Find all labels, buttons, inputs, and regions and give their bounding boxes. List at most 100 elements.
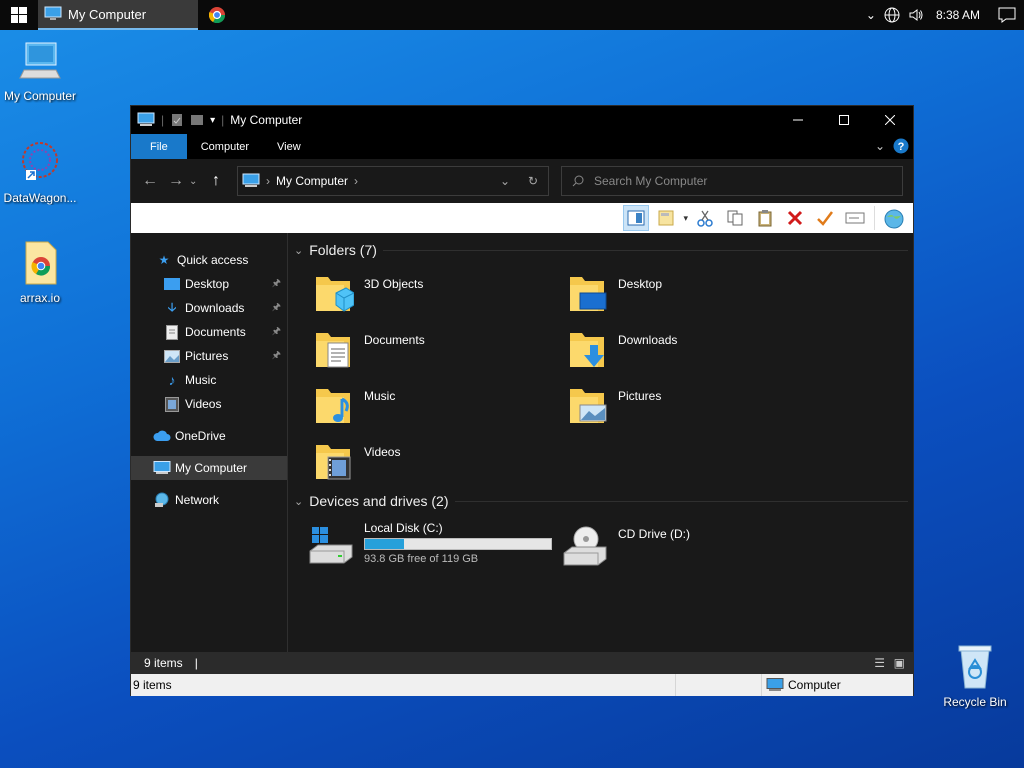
details-view-icon[interactable]: ☰ xyxy=(874,656,885,670)
back-button[interactable]: ← xyxy=(137,172,163,190)
chevron-up-icon[interactable]: ⌄ xyxy=(866,8,876,22)
minimize-button[interactable] xyxy=(775,106,821,134)
folder-videos[interactable]: Videos xyxy=(314,439,400,483)
svg-text:?: ? xyxy=(898,141,905,153)
notifications-icon[interactable] xyxy=(998,7,1016,23)
drive-free-space: 93.8 GB free of 119 GB xyxy=(364,553,479,565)
customize-toolbar-icon[interactable]: ▾ xyxy=(210,115,215,126)
globe-icon xyxy=(884,209,904,229)
address-dropdown-icon[interactable]: ⌄ xyxy=(500,174,510,188)
copy-button[interactable] xyxy=(722,205,748,231)
desktop-icon-label: arrax.io xyxy=(19,291,60,305)
close-button[interactable] xyxy=(867,106,913,134)
tab-file[interactable]: File xyxy=(131,134,187,159)
folder-desktop[interactable]: Desktop xyxy=(568,271,662,315)
refresh-icon[interactable]: ↻ xyxy=(528,174,538,188)
network-button[interactable] xyxy=(881,205,907,231)
rename-button[interactable] xyxy=(842,205,868,231)
properties-icon[interactable] xyxy=(170,113,184,127)
maximize-icon xyxy=(839,115,849,125)
clock[interactable]: 8:38 AM xyxy=(936,8,980,22)
drive-usage-fill xyxy=(365,539,405,549)
preview-pane-button[interactable] xyxy=(623,205,650,231)
desktop-icon-recycle-bin[interactable]: Recycle Bin xyxy=(935,642,1015,709)
layout-dropdown-icon[interactable]: ▾ xyxy=(683,213,688,224)
chevron-right-icon: › xyxy=(354,174,359,188)
cloud-icon xyxy=(153,428,171,444)
sidebar-item-network[interactable]: Network xyxy=(131,488,287,512)
drive-local-disk-c[interactable]: Local Disk (C:) 93.8 GB free of 119 GB xyxy=(308,521,552,565)
sidebar-item-downloads[interactable]: 🡣 Downloads 🖈 xyxy=(131,296,287,320)
folder-music[interactable]: Music xyxy=(314,383,395,427)
speaker-icon[interactable] xyxy=(908,7,924,23)
sidebar-item-pictures[interactable]: Pictures 🖈 xyxy=(131,344,287,368)
taskbar-item-chrome[interactable] xyxy=(198,0,236,30)
pin-icon[interactable]: 🖈 xyxy=(272,300,281,317)
folder-3d-objects[interactable]: 3D Objects xyxy=(314,271,423,315)
cut-button[interactable] xyxy=(692,205,718,231)
star-icon: ★ xyxy=(158,253,170,267)
pin-icon[interactable]: 🖈 xyxy=(272,348,281,365)
ribbon-right-controls: ⌄ ? xyxy=(875,138,909,154)
start-button[interactable] xyxy=(0,0,38,30)
new-folder-icon[interactable] xyxy=(190,113,204,127)
tab-computer[interactable]: Computer xyxy=(187,134,263,159)
group-title: Devices and drives (2) xyxy=(309,493,449,509)
help-icon[interactable]: ? xyxy=(893,138,909,154)
up-button[interactable]: ↑ xyxy=(203,172,229,190)
pin-icon[interactable]: 🖈 xyxy=(272,276,281,293)
recent-locations-icon[interactable]: ⌄ xyxy=(189,176,203,187)
music-note-icon: ♪ xyxy=(168,372,176,388)
desktop-icon-my-computer[interactable]: My Computer xyxy=(0,40,80,103)
forward-button[interactable]: → xyxy=(163,172,189,190)
separator xyxy=(874,206,875,230)
desktop-icon-arrax[interactable]: arrax.io xyxy=(0,240,80,305)
download-arrow-icon: 🡣 xyxy=(167,299,177,314)
large-icons-view-icon[interactable]: ▣ xyxy=(894,656,905,670)
chrome-icon xyxy=(209,7,225,23)
taskbar-item-my-computer[interactable]: My Computer xyxy=(38,0,198,30)
folder-documents[interactable]: Documents xyxy=(314,327,425,371)
address-bar[interactable]: › My Computer › ⌄ ↻ xyxy=(237,166,549,196)
pin-icon[interactable]: 🖈 xyxy=(272,324,281,341)
desktop-icon-datawagon[interactable]: DataWagon... xyxy=(0,138,80,205)
delete-button[interactable] xyxy=(782,205,808,231)
devices-group-header[interactable]: ⌄ Devices and drives (2) xyxy=(294,493,908,509)
search-placeholder: Search My Computer xyxy=(594,174,708,188)
select-button[interactable] xyxy=(812,205,838,231)
network-icon xyxy=(153,492,171,508)
window-title: My Computer xyxy=(230,113,303,127)
layout-button[interactable] xyxy=(653,205,679,231)
sidebar-item-label: Network xyxy=(175,493,220,507)
sidebar-item-documents[interactable]: Documents 🖈 xyxy=(131,320,287,344)
folder-pictures[interactable]: Pictures xyxy=(568,383,661,427)
layout-icon xyxy=(658,210,674,226)
sidebar-item-quick-access[interactable]: ★ Quick access xyxy=(131,248,287,272)
folder-label: Documents xyxy=(364,333,425,347)
sidebar-item-my-computer[interactable]: My Computer xyxy=(131,456,287,480)
folders-group-header[interactable]: ⌄ Folders (7) xyxy=(294,242,908,258)
maximize-button[interactable] xyxy=(821,106,867,134)
sidebar-item-music[interactable]: ♪ Music xyxy=(131,368,287,392)
expand-ribbon-icon[interactable]: ⌄ xyxy=(875,139,885,153)
title-bar[interactable]: | ▾ | My Computer xyxy=(131,106,913,134)
globe-icon[interactable] xyxy=(884,7,900,23)
separator: | xyxy=(161,113,165,127)
folder-downloads[interactable]: Downloads xyxy=(568,327,677,371)
computer-icon xyxy=(44,6,62,20)
sidebar-item-label: Videos xyxy=(185,397,222,411)
sidebar-item-onedrive[interactable]: OneDrive xyxy=(131,424,287,448)
status-segment xyxy=(675,674,761,696)
music-folder-icon xyxy=(316,389,350,423)
pictures-folder-icon xyxy=(570,389,607,423)
sidebar-item-label: My Computer xyxy=(175,461,248,475)
drive-usage-bar xyxy=(364,538,552,550)
drive-cd-d[interactable]: CD Drive (D:) xyxy=(562,523,690,567)
status-bar: 9 items | ☰ ▣ xyxy=(131,652,913,674)
sidebar-item-desktop[interactable]: Desktop 🖈 xyxy=(131,272,287,296)
paste-button[interactable] xyxy=(752,205,778,231)
documents-folder-icon xyxy=(316,333,350,368)
sidebar-item-videos[interactable]: Videos xyxy=(131,392,287,416)
tab-view[interactable]: View xyxy=(263,134,315,159)
search-box[interactable]: Search My Computer xyxy=(561,166,903,196)
